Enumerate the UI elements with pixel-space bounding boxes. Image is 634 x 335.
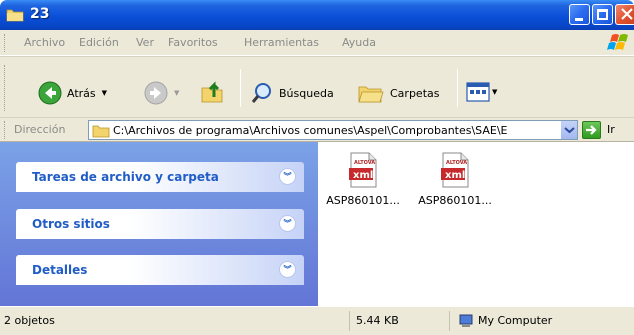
back-button[interactable]: Atrás ▼ [38, 81, 107, 105]
status-cell-location: My Computer [450, 311, 634, 331]
menu-favoritos[interactable]: Favoritos [168, 36, 218, 49]
menu-archivo[interactable]: Archivo [24, 36, 65, 49]
back-arrow-icon [38, 81, 62, 105]
folder-icon [92, 125, 110, 138]
title-bar[interactable]: 23 [0, 0, 634, 30]
menu-herramientas[interactable]: Herramientas [244, 36, 319, 49]
views-dropdown-icon[interactable]: ▼ [492, 88, 497, 96]
task-pane: Tareas de archivo y carpeta ︾ Otros siti… [0, 142, 318, 306]
task-section-file-folder[interactable]: Tareas de archivo y carpeta ︾ [16, 162, 304, 192]
address-path: C:\Archivos de programa\Archivos comunes… [113, 124, 508, 137]
expand-chevron-icon[interactable]: ︾ [279, 261, 296, 278]
standard-toolbar: Atrás ▼ ▼ Búsqueda Carpetas ▼ [0, 56, 634, 118]
status-location: My Computer [478, 314, 553, 327]
status-cell-size: 5.44 KB [350, 311, 450, 331]
views-icon [466, 82, 490, 102]
file-name: ASP860101... [418, 194, 492, 207]
status-cell-count: 2 objetos [0, 311, 350, 331]
address-dropdown-button[interactable] [560, 121, 577, 139]
back-label: Atrás [67, 86, 96, 100]
xml-file-icon: ALTOVA xml [441, 152, 469, 188]
status-size: 5.44 KB [356, 314, 399, 327]
menu-edicion[interactable]: Edición [79, 36, 119, 49]
up-folder-button[interactable] [200, 79, 226, 105]
menu-ver[interactable]: Ver [136, 36, 154, 49]
forward-arrow-icon [144, 81, 168, 105]
status-object-count: 2 objetos [4, 314, 55, 327]
address-bar: Dirección C:\Archivos de programa\Archiv… [0, 118, 634, 142]
task-section-other-places[interactable]: Otros sitios ︾ [16, 209, 304, 239]
close-button[interactable] [615, 4, 634, 25]
xml-badge: xml [353, 170, 373, 181]
close-icon [621, 8, 633, 20]
window-title: 23 [30, 6, 50, 22]
menu-bar: Archivo Edición Ver Favoritos Herramient… [0, 30, 634, 56]
toolbar-separator-2 [457, 69, 458, 107]
maximize-icon [597, 9, 608, 20]
menubar-grip [4, 34, 7, 52]
forward-dropdown-icon[interactable]: ▼ [174, 89, 179, 97]
task-section-title: Tareas de archivo y carpeta [32, 170, 219, 184]
file-list[interactable]: ALTOVA xml ASP860101... ALTOVA xml ASP86… [318, 142, 634, 306]
xml-file-icon: ALTOVA xml [349, 152, 377, 188]
toolbar-separator [240, 69, 241, 107]
file-item[interactable]: ALTOVA xml ASP860101... [318, 152, 408, 207]
search-icon [251, 83, 271, 103]
addressbar-grip [4, 121, 7, 139]
task-section-title: Otros sitios [32, 217, 110, 231]
search-button[interactable]: Búsqueda [250, 81, 334, 105]
chevron-down-icon [564, 127, 575, 134]
windows-logo-icon [607, 34, 628, 50]
task-section-details[interactable]: Detalles ︾ [16, 255, 304, 285]
altova-logo: ALTOVA [354, 160, 375, 166]
menu-ayuda[interactable]: Ayuda [342, 36, 376, 49]
back-dropdown-icon[interactable]: ▼ [102, 89, 107, 97]
up-folder-icon [201, 81, 223, 103]
go-label[interactable]: Ir [607, 123, 615, 136]
go-arrow-icon [586, 125, 597, 135]
folder-icon [6, 9, 24, 22]
expand-chevron-icon[interactable]: ︾ [279, 168, 296, 185]
maximize-button[interactable] [592, 4, 613, 25]
folders-button[interactable]: Carpetas [357, 81, 439, 105]
expand-chevron-icon[interactable]: ︾ [279, 215, 296, 232]
toolbar-grip [4, 65, 7, 111]
folders-icon [358, 86, 384, 103]
minimize-icon [575, 18, 583, 21]
forward-button[interactable]: ▼ [144, 81, 179, 105]
address-input[interactable]: C:\Archivos de programa\Archivos comunes… [88, 120, 578, 140]
search-label: Búsqueda [279, 86, 334, 100]
file-item[interactable]: ALTOVA xml ASP860101... [410, 152, 500, 207]
altova-logo: ALTOVA [446, 160, 467, 166]
task-section-title: Detalles [32, 263, 88, 277]
status-bar: 2 objetos 5.44 KB My Computer [0, 306, 634, 335]
file-name: ASP860101... [326, 194, 400, 207]
folders-label: Carpetas [390, 86, 440, 100]
views-button[interactable]: ▼ [466, 82, 497, 102]
address-label: Dirección [14, 123, 66, 136]
go-button[interactable] [582, 121, 601, 139]
minimize-button[interactable] [569, 4, 590, 25]
computer-icon [459, 314, 473, 327]
xml-badge: xml [445, 170, 465, 181]
